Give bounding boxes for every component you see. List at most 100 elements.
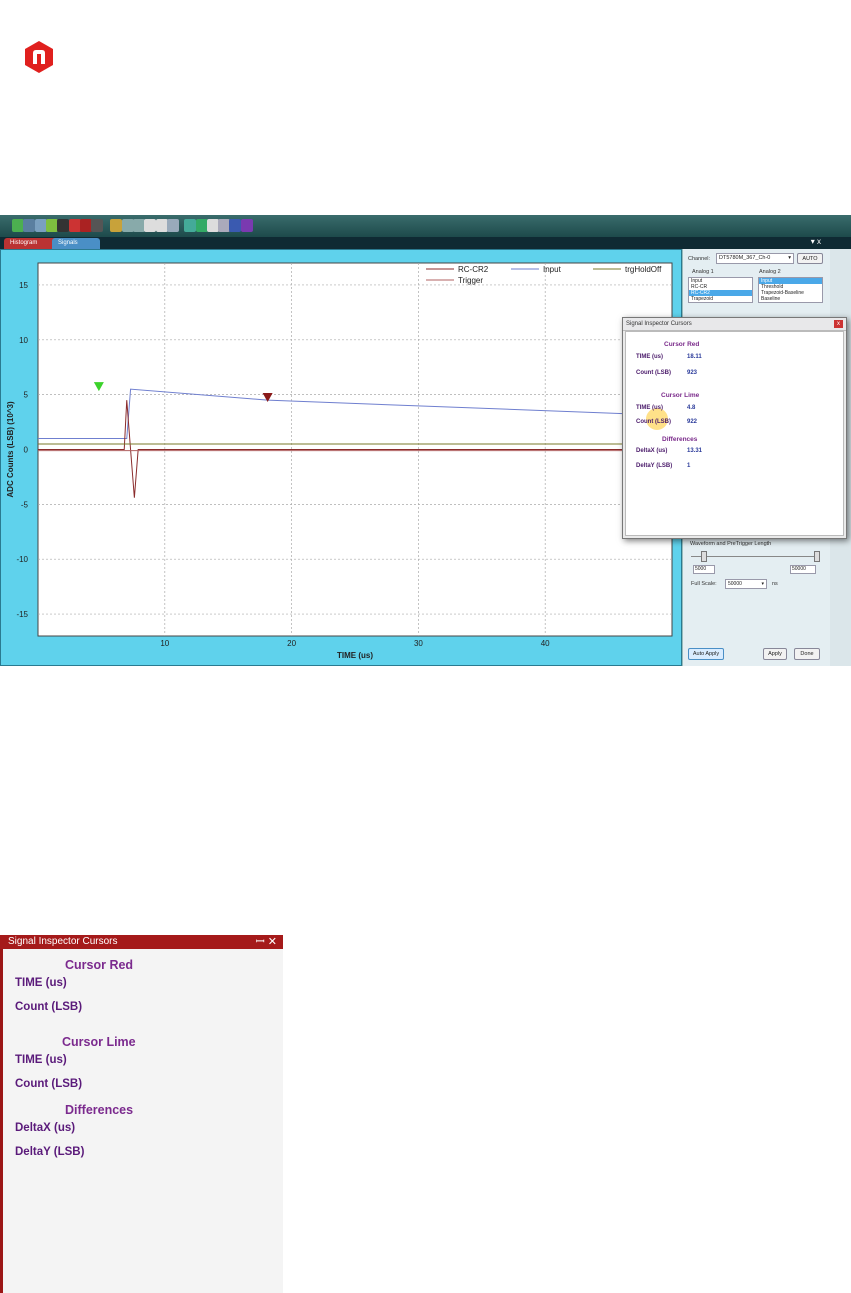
horizontal-icon[interactable]: [155, 219, 168, 232]
waveform-slider-right-thumb[interactable]: [814, 551, 820, 562]
y-axis-label: ADC Counts (LSB) (10^3): [6, 401, 15, 498]
analog2-list[interactable]: Input Threshold Trapezoid-Baseline Baseline: [758, 277, 823, 303]
y-tick-label: 5: [24, 391, 29, 400]
differences-heading: Differences: [65, 1103, 134, 1117]
lime-count-value: 922: [687, 419, 698, 425]
y-tick-label: 15: [19, 281, 28, 290]
done-button[interactable]: Done: [794, 648, 820, 660]
record-icon[interactable]: [68, 219, 81, 232]
list-item[interactable]: Baseline: [759, 296, 822, 302]
y-tick-label: -15: [16, 610, 28, 619]
red-count-label: Count (LSB): [15, 1001, 83, 1013]
refresh-icon[interactable]: [166, 219, 179, 232]
red-time-label: TIME (us): [636, 354, 663, 360]
deltax-value: 13.31: [687, 448, 703, 454]
channel-label: Channel:: [688, 256, 711, 262]
pause-icon[interactable]: [79, 219, 92, 232]
channel-select[interactable]: DT5780M_367_Ch-0 ▾: [716, 253, 794, 264]
analog1-label: Analog 1: [692, 269, 714, 275]
toolbar: [0, 215, 851, 237]
red-count-value: 923: [687, 370, 698, 376]
x-tick-label: 20: [287, 639, 296, 648]
x-tick-label: 30: [414, 639, 423, 648]
lime-count-label: Count (LSB): [636, 419, 671, 425]
new-icon[interactable]: [12, 219, 24, 232]
signal-chart[interactable]: 15 10 5 0 -5 -10 -15 10 20 30 40 TIME (us) ADC Count…: [1, 250, 683, 667]
x-tick-label: 10: [160, 639, 169, 648]
legend-entry: Trigger: [458, 276, 483, 285]
cursor-red-heading: Cursor Red: [664, 341, 700, 348]
y-tick-label: -10: [16, 555, 28, 564]
deltay-label: DeltaY (LSB): [15, 1146, 85, 1158]
lime-time-label: TIME (us): [636, 405, 663, 411]
waveform-length-field[interactable]: 50000: [790, 565, 816, 574]
pretrigger-field[interactable]: 5000: [693, 565, 715, 574]
signal-inspector-panel-zoomed: Signal Inspector Cursors ꟷ ✕ Cursor Red …: [0, 935, 283, 1293]
cursor-lime-heading: Cursor Lime: [661, 392, 700, 399]
deltax-label: DeltaX (us): [636, 448, 668, 454]
y-tick-label: 0: [24, 446, 29, 455]
list-item[interactable]: Trapezoid: [689, 296, 752, 302]
zoom-in-icon[interactable]: [121, 219, 134, 232]
deltay-value: 1: [687, 463, 691, 469]
legend-entry: RC-CR2: [458, 265, 489, 274]
differences-heading: Differences: [662, 436, 698, 443]
vertical-icon[interactable]: [144, 219, 157, 232]
legend-entry: Input: [543, 265, 562, 274]
deltay-label: DeltaY (LSB): [636, 463, 673, 469]
auto-button[interactable]: AUTO: [797, 253, 823, 264]
signal-icon[interactable]: [45, 219, 58, 232]
legend-entry: trgHoldOff: [625, 265, 662, 274]
tab-signals[interactable]: Signals: [52, 238, 100, 249]
chevron-down-icon: ▾: [761, 581, 764, 587]
red-time-label: TIME (us): [15, 977, 67, 989]
auto-apply-button[interactable]: Auto Apply: [688, 648, 724, 660]
analog1-list[interactable]: Input RC-CR RC-CR2 Trapezoid: [688, 277, 753, 303]
play-icon[interactable]: [57, 219, 70, 232]
signal-plot-panel: 15 10 5 0 -5 -10 -15 10 20 30 40 TIME (us) ADC Count…: [0, 249, 682, 666]
search-icon[interactable]: [218, 219, 231, 232]
chart-icon[interactable]: [206, 219, 219, 232]
back-icon[interactable]: [195, 219, 208, 232]
red-count-label: Count (LSB): [636, 370, 671, 376]
signal-inspector-dialog: Signal Inspector Cursors x Cursor Red TI…: [622, 317, 847, 539]
waveform-label: Waveform and PreTrigger Length: [690, 541, 772, 547]
x-tick-label: 40: [541, 639, 550, 648]
dialog-body: Cursor Red TIME (us) 18.11 Count (LSB) 9…: [625, 331, 844, 536]
zoom-out-icon[interactable]: [133, 219, 145, 232]
cursor-lime-heading: Cursor Lime: [62, 1035, 136, 1049]
pin-close-icon[interactable]: ꟷ ✕: [256, 935, 277, 949]
help-icon[interactable]: [240, 219, 253, 232]
close-icon[interactable]: x: [834, 320, 843, 328]
fullscale-label: Full Scale:: [691, 581, 717, 587]
fullscale-select[interactable]: 50000 ▾: [725, 579, 767, 589]
panel-title-text: Signal Inspector Cursors: [8, 936, 118, 947]
y-tick-label: 10: [19, 336, 28, 345]
apply-button[interactable]: Apply: [763, 648, 787, 660]
lime-time-label: TIME (us): [15, 1054, 67, 1066]
save-icon[interactable]: [23, 219, 36, 232]
fullscale-unit: ns: [772, 581, 778, 587]
y-tick-label: -5: [21, 500, 29, 509]
panel-title: Signal Inspector Cursors ꟷ ✕: [0, 935, 283, 949]
cursor-red-heading: Cursor Red: [65, 958, 134, 972]
dialog-title: Signal Inspector Cursors: [623, 318, 846, 331]
globe-icon[interactable]: [184, 219, 197, 232]
waveform-slider-left-thumb[interactable]: [701, 551, 707, 562]
tab-controls[interactable]: ▾ x: [811, 237, 821, 246]
waveform-slider-track[interactable]: [691, 556, 819, 557]
analog2-label: Analog 2: [759, 269, 781, 275]
tab-bar: Histogram Signals ▾ x: [0, 237, 851, 249]
graph-icon[interactable]: [110, 219, 123, 232]
probe-icon[interactable]: [34, 219, 47, 232]
app-window: Histogram Signals ▾ x 15 10 5 0 -5 -10 -15 10 20…: [0, 215, 851, 666]
red-time-value: 18.11: [687, 354, 702, 360]
x-axis-label: TIME (us): [337, 651, 373, 660]
lime-time-value: 4.8: [687, 405, 696, 411]
deltax-label: DeltaX (us): [15, 1122, 76, 1134]
info-icon[interactable]: [229, 219, 242, 232]
fullscale-value: 50000: [728, 581, 742, 587]
chevron-down-icon: ▾: [788, 255, 791, 261]
step-icon[interactable]: [91, 219, 104, 232]
lime-count-label: Count (LSB): [15, 1078, 83, 1090]
